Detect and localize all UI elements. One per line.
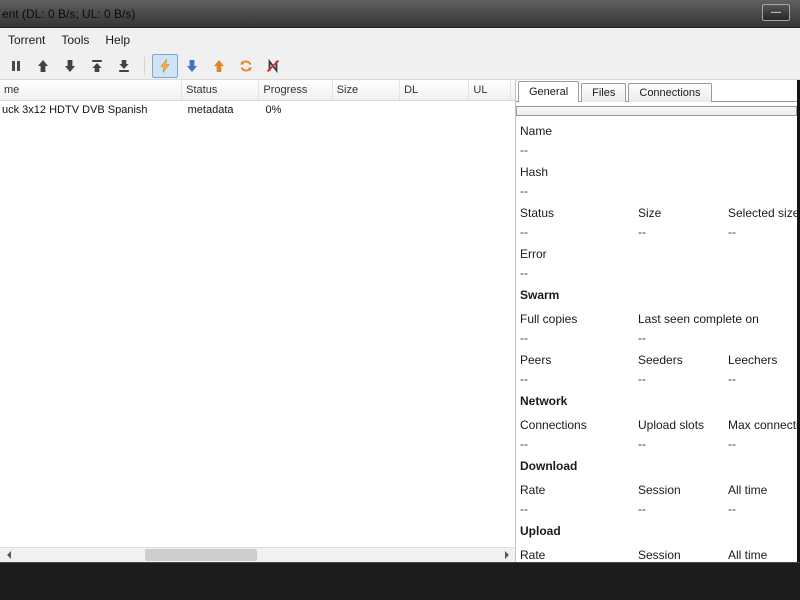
menu-bar: Torrent Tools Help — [0, 28, 800, 52]
download-section-header: Download — [520, 459, 578, 473]
torrent-name-cell: uck 3x12 HDTV DVB Spanish — [2, 104, 148, 116]
column-header-name[interactable]: me — [0, 80, 183, 100]
column-header-ul[interactable]: UL — [469, 80, 512, 100]
size-label: Size — [638, 206, 662, 220]
pause-button[interactable] — [3, 54, 29, 78]
column-header-dl[interactable]: DL — [400, 80, 470, 100]
scroll-right-arrow[interactable] — [500, 548, 515, 562]
arrow-up-icon — [38, 59, 48, 72]
swarm-section-header: Swarm — [520, 288, 560, 302]
leechers-value: -- — [728, 372, 736, 386]
full-copies-value: -- — [520, 331, 528, 345]
tab-files[interactable]: Files — [581, 83, 627, 102]
horizontal-scrollbar[interactable] — [0, 547, 515, 562]
torrent-list-header: me Status Progress Size DL UL — [0, 80, 515, 101]
upload-slots-value: -- — [638, 437, 646, 451]
network-section-header: Network — [520, 394, 568, 408]
size-value: -- — [638, 225, 646, 239]
selected-size-label: Selected size — [728, 206, 797, 220]
orange-up-arrow-icon — [214, 59, 224, 72]
torrent-list-panel: me Status Progress Size DL UL uck 3x12 H… — [0, 80, 516, 562]
download-button[interactable] — [179, 54, 205, 78]
upload-slots-label: Upload slots — [638, 418, 705, 432]
remove-button[interactable] — [260, 54, 286, 78]
connections-value: -- — [520, 437, 528, 451]
upload-section-header: Upload — [520, 524, 561, 538]
download-rate-label: Rate — [520, 483, 546, 497]
queue-down-button[interactable] — [57, 54, 83, 78]
last-seen-value: -- — [638, 331, 646, 345]
tab-connections[interactable]: Connections — [628, 83, 712, 102]
upload-rate-label: Rate — [520, 548, 546, 562]
upload-session-label: Session — [638, 548, 681, 562]
menu-torrent[interactable]: Torrent — [0, 29, 53, 51]
download-alltime-value: -- — [728, 502, 736, 516]
menu-tools[interactable]: Tools — [53, 29, 97, 51]
toolbar — [0, 52, 800, 80]
arrow-top-icon — [92, 59, 102, 72]
leechers-label: Leechers — [728, 353, 778, 367]
main-content: me Status Progress Size DL UL uck 3x12 H… — [0, 80, 797, 562]
torrent-rows: uck 3x12 HDTV DVB Spanish metadata 0% — [0, 101, 515, 547]
turbo-toggle-button[interactable] — [152, 53, 178, 78]
torrent-status-cell: metadata — [187, 104, 234, 116]
column-header-progress[interactable]: Progress — [259, 80, 333, 100]
name-label: Name — [520, 124, 553, 138]
selected-size-value: -- — [728, 225, 736, 239]
details-tabs: General Files Connections — [516, 80, 797, 102]
lightning-icon — [160, 58, 170, 73]
max-connections-label: Max connections — [728, 418, 797, 432]
download-alltime-label: All time — [728, 483, 768, 497]
status-value: -- — [520, 225, 528, 239]
column-header-status[interactable]: Status — [182, 80, 260, 100]
peers-value: -- — [520, 372, 528, 386]
menu-help[interactable]: Help — [97, 29, 138, 51]
tab-general[interactable]: General — [518, 81, 580, 102]
window-bottom-border — [0, 562, 800, 600]
full-copies-label: Full copies — [520, 312, 578, 326]
torrent-progress-bar — [516, 106, 797, 116]
scrollbar-thumb[interactable] — [145, 549, 257, 561]
details-panel: General Files Connections Name -- Hash -… — [516, 80, 797, 562]
arrow-down-icon — [65, 59, 75, 72]
download-rate-value: -- — [520, 502, 528, 516]
peers-label: Peers — [520, 353, 552, 367]
ban-icon — [266, 58, 280, 73]
max-connections-value: -- — [728, 437, 736, 451]
status-label: Status — [520, 206, 555, 220]
connections-label: Connections — [520, 418, 587, 432]
seeders-value: -- — [638, 372, 646, 386]
hash-label: Hash — [520, 165, 549, 179]
download-session-value: -- — [638, 502, 646, 516]
torrent-progress-cell: 0% — [265, 104, 282, 116]
arrow-bottom-icon — [119, 59, 129, 72]
queue-bottom-button[interactable] — [111, 54, 137, 78]
reannounce-button[interactable] — [233, 54, 259, 78]
window-title: ent (DL: 0 B/s; UL: 0 B/s) — [2, 6, 136, 21]
column-header-size[interactable]: Size — [333, 80, 401, 100]
seeders-label: Seeders — [638, 353, 683, 367]
minimize-button[interactable]: — — [762, 4, 790, 21]
last-seen-label: Last seen complete on — [638, 312, 759, 326]
general-fields: Name -- Hash -- Status -- Size -- Select… — [516, 116, 797, 562]
scroll-left-arrow[interactable] — [0, 548, 15, 562]
hash-value: -- — [520, 184, 528, 198]
name-value: -- — [520, 143, 528, 157]
table-row[interactable]: uck 3x12 HDTV DVB Spanish metadata 0% — [0, 101, 515, 119]
toolbar-separator — [144, 56, 145, 75]
error-value: -- — [520, 266, 528, 280]
refresh-icon — [240, 60, 252, 71]
error-label: Error — [520, 247, 547, 261]
upload-alltime-label: All time — [728, 548, 768, 562]
download-session-label: Session — [638, 483, 681, 497]
upload-button[interactable] — [206, 54, 232, 78]
queue-top-button[interactable] — [84, 54, 110, 78]
column-header-filler — [511, 80, 515, 100]
title-bar[interactable]: ent (DL: 0 B/s; UL: 0 B/s) — — [0, 0, 800, 28]
queue-up-button[interactable] — [30, 54, 56, 78]
blue-down-arrow-icon — [187, 59, 197, 72]
pause-icon — [12, 60, 20, 71]
